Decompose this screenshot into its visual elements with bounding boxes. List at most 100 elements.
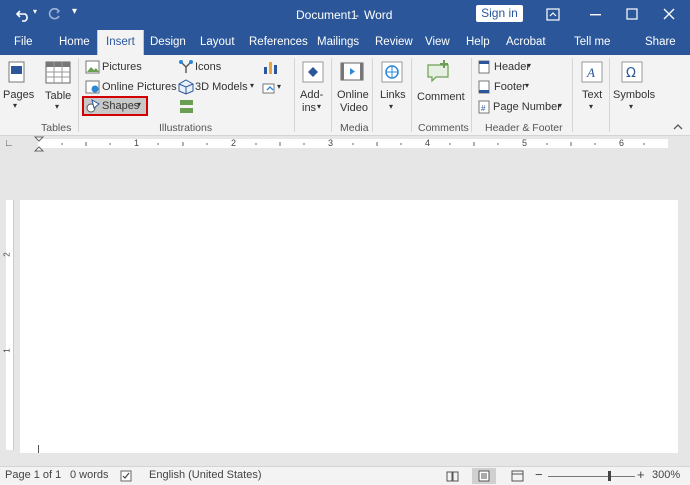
comment-button[interactable]: Comment	[417, 91, 465, 103]
table-icon	[45, 61, 71, 84]
read-mode-icon[interactable]	[446, 470, 459, 482]
customize-toolbar-icon[interactable]: ▾	[72, 6, 77, 17]
tab-mailings[interactable]: Mailings	[317, 30, 359, 55]
footer-dropdown-icon[interactable]: ▾	[525, 81, 529, 90]
proofing-icon[interactable]	[120, 470, 133, 482]
print-layout-button[interactable]	[472, 468, 496, 484]
online-video-button-line1[interactable]: Online	[337, 89, 369, 101]
zoom-in-button[interactable]: +	[637, 467, 645, 482]
ruler-ticks	[61, 142, 645, 146]
ruler-mark: 6	[619, 138, 625, 148]
icons-icon	[179, 60, 193, 73]
tab-view[interactable]: View	[425, 30, 450, 55]
zoom-out-button[interactable]: −	[535, 467, 543, 482]
tab-acrobat[interactable]: Acrobat	[506, 30, 546, 55]
language[interactable]: English (United States)	[149, 469, 262, 481]
document-title: Document1	[296, 8, 358, 22]
tab-review[interactable]: Review	[375, 30, 413, 55]
ribbon-display-options-icon[interactable]	[546, 8, 560, 21]
ribbon-divider	[294, 58, 295, 132]
ribbon-divider	[609, 58, 610, 132]
screenshot-icon[interactable]	[262, 81, 278, 95]
page-count[interactable]: Page 1 of 1	[5, 469, 61, 481]
online-video-button-line2[interactable]: Video	[340, 102, 368, 114]
pages-button[interactable]: Pages	[3, 89, 34, 101]
links-button[interactable]: Links	[380, 89, 406, 101]
title-separator: -	[355, 8, 359, 22]
pictures-button[interactable]: Pictures	[102, 61, 142, 73]
tab-design[interactable]: Design	[150, 30, 186, 55]
icons-button[interactable]: Icons	[195, 61, 221, 73]
header-icon	[478, 60, 490, 74]
3d-models-button[interactable]: 3D Models	[195, 81, 248, 93]
app-name: Word	[364, 8, 393, 22]
chart-icon[interactable]	[262, 59, 278, 75]
smartart-icon[interactable]	[179, 99, 194, 114]
pages-dropdown-icon[interactable]: ▾	[13, 101, 17, 110]
vertical-ruler-mark: 1	[2, 348, 12, 353]
tab-layout[interactable]: Layout	[200, 30, 235, 55]
svg-text:#: #	[481, 104, 486, 113]
add-ins-button-line2[interactable]: ins	[302, 102, 316, 114]
links-dropdown-icon[interactable]: ▾	[389, 102, 393, 111]
screenshot-dropdown-icon[interactable]: ▾	[277, 82, 281, 91]
ribbon-divider	[471, 58, 472, 132]
text-dropdown-icon[interactable]: ▾	[589, 102, 593, 111]
comment-icon	[427, 60, 449, 83]
web-layout-icon[interactable]	[511, 470, 524, 482]
tab-file[interactable]: File	[14, 30, 33, 55]
page-number-dropdown-icon[interactable]: ▾	[558, 101, 562, 110]
text-cursor	[38, 445, 39, 453]
tables-group-label: Tables	[41, 122, 72, 134]
ruler-mark: 3	[328, 138, 334, 148]
undo-icon[interactable]	[16, 8, 30, 22]
ruler-mark: 4	[425, 138, 431, 148]
add-ins-button-line1[interactable]: Add-	[300, 89, 323, 101]
add-ins-dropdown-icon[interactable]: ▾	[317, 102, 321, 111]
text-button[interactable]: Text	[582, 89, 602, 101]
zoom-slider-handle[interactable]	[608, 471, 611, 481]
add-ins-icon	[302, 61, 324, 83]
undo-dropdown-icon[interactable]: ▾	[33, 7, 37, 16]
sign-in-button[interactable]: Sign in	[476, 5, 523, 22]
tab-selector-icon[interactable]: ∟	[4, 138, 14, 149]
status-bar: Page 1 of 1 0 words English (United Stat…	[0, 466, 690, 485]
maximize-icon[interactable]	[626, 8, 638, 20]
share-button[interactable]: Share	[645, 30, 676, 55]
tab-insert[interactable]: Insert	[97, 30, 144, 55]
tab-help[interactable]: Help	[466, 30, 490, 55]
table-dropdown-icon[interactable]: ▾	[55, 102, 59, 111]
pages-icon	[8, 61, 25, 83]
redo-icon[interactable]	[47, 8, 61, 22]
links-icon	[381, 61, 403, 83]
ribbon-divider	[411, 58, 412, 132]
header-button[interactable]: Header	[494, 61, 530, 73]
online-pictures-button[interactable]: Online Pictures	[102, 81, 177, 93]
table-button[interactable]: Table	[45, 90, 71, 102]
ribbon-divider	[331, 58, 332, 132]
3d-models-dropdown-icon[interactable]: ▾	[250, 81, 254, 90]
minimize-icon[interactable]	[590, 14, 602, 16]
symbols-dropdown-icon[interactable]: ▾	[629, 102, 633, 111]
zoom-level[interactable]: 300%	[652, 469, 680, 481]
tell-me-search[interactable]: Tell me	[574, 30, 610, 55]
word-count[interactable]: 0 words	[70, 469, 109, 481]
page-number-icon: #	[478, 100, 490, 114]
ribbon-divider	[572, 58, 573, 132]
header-dropdown-icon[interactable]: ▾	[527, 61, 531, 70]
print-layout-icon	[478, 470, 490, 482]
ribbon-divider	[372, 58, 373, 132]
ruler-mark: 1	[134, 138, 140, 148]
symbols-button[interactable]: Symbols	[613, 89, 655, 101]
document-page[interactable]	[20, 200, 678, 453]
ribbon-divider	[78, 58, 79, 132]
zoom-slider-track[interactable]	[548, 476, 635, 477]
tab-references[interactable]: References	[249, 30, 308, 55]
close-icon[interactable]	[663, 8, 675, 20]
shapes-icon	[86, 99, 100, 113]
collapse-ribbon-icon[interactable]	[673, 123, 683, 131]
footer-icon	[478, 80, 490, 94]
tab-home[interactable]: Home	[59, 30, 90, 55]
page-number-button[interactable]: Page Number	[493, 101, 561, 113]
footer-button[interactable]: Footer	[494, 81, 526, 93]
